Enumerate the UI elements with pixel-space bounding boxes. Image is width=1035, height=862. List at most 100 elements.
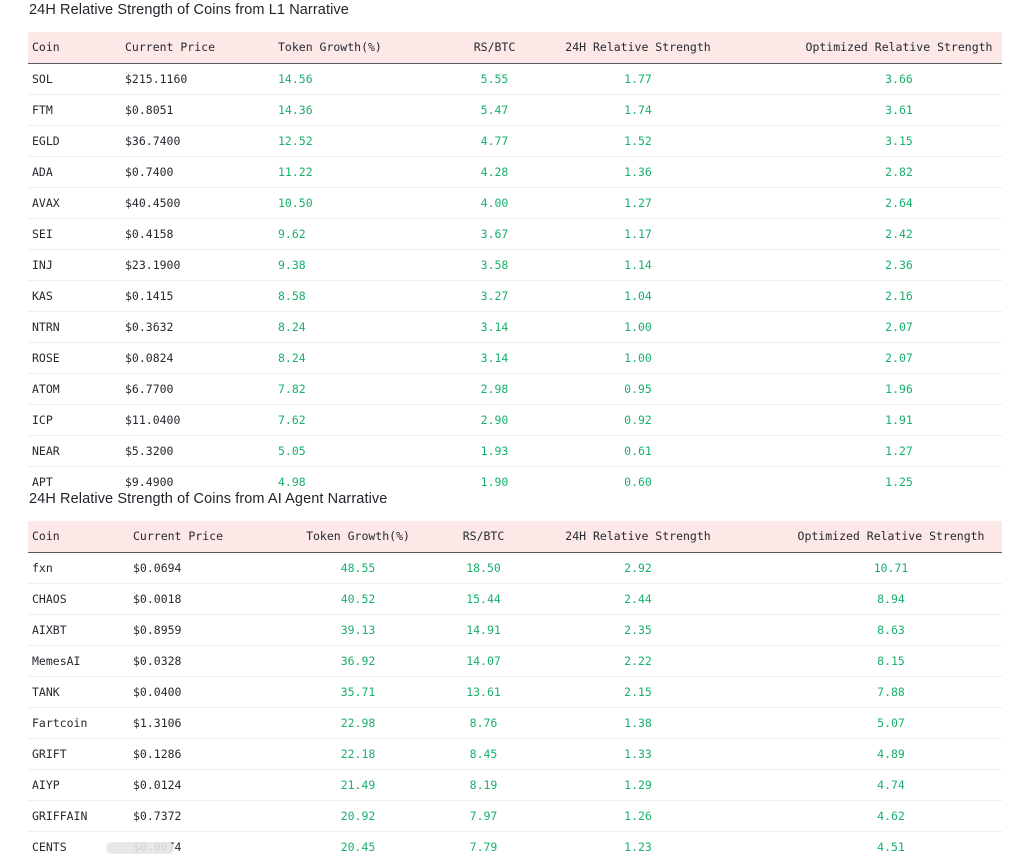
cell-current-price: $0.0328 [133, 654, 182, 668]
cell-current-price: $0.8959 [133, 623, 182, 637]
cell-current-price: $36.7400 [125, 134, 181, 148]
cell-optimized-relative-strength: 1.91 [885, 413, 913, 427]
cell-token-growth: 35.71 [340, 685, 376, 699]
cell-coin: ICP [32, 413, 53, 427]
cell-current-price: $0.0124 [133, 778, 182, 792]
table-row: GRIFT $0.1286 22.18 8.45 1.33 4.89 [28, 739, 1002, 770]
column-header-relative-strength-24h[interactable]: 24H Relative Strength [538, 32, 738, 63]
cell-coin: AIXBT [32, 623, 67, 637]
cell-rs-btc: 3.67 [480, 227, 509, 241]
cell-optimized-relative-strength: 3.15 [885, 134, 913, 148]
table-row: INJ $23.1900 9.38 3.58 1.14 2.36 [28, 250, 1002, 281]
cell-current-price: $0.0694 [133, 561, 182, 575]
cell-token-growth: 22.18 [340, 747, 376, 761]
cell-relative-strength-24h: 1.36 [624, 165, 652, 179]
cell-relative-strength-24h: 1.33 [624, 747, 652, 761]
cell-coin: CENTS [32, 840, 67, 854]
cell-token-growth: 36.92 [340, 654, 376, 668]
cell-coin: TANK [32, 685, 60, 699]
cell-rs-btc: 4.00 [480, 196, 509, 210]
cell-optimized-relative-strength: 4.62 [877, 809, 905, 823]
cell-relative-strength-24h: 1.74 [624, 103, 652, 117]
cell-token-growth: 9.62 [278, 227, 306, 241]
cell-token-growth: 12.52 [278, 134, 313, 148]
cell-token-growth: 22.98 [340, 716, 376, 730]
table-row: FTM $0.8051 14.36 5.47 1.74 3.61 [28, 95, 1002, 126]
cell-coin: CHAOS [32, 592, 67, 606]
cell-relative-strength-24h: 2.92 [624, 561, 652, 575]
table-row: TANK $0.0400 35.71 13.61 2.15 7.88 [28, 677, 1002, 708]
cell-relative-strength-24h: 2.15 [624, 685, 652, 699]
cell-current-price: $0.7400 [125, 165, 174, 179]
table-row: CENTS$0.007420.457.791.234.51 [28, 832, 1002, 862]
column-header-token-growth[interactable]: Token Growth(%) [278, 32, 382, 63]
cell-token-growth: 48.55 [340, 561, 376, 575]
column-header-optimized-relative-strength[interactable]: Optimized Relative Strength [796, 32, 1002, 63]
table-row: ATOM $6.7700 7.82 2.98 0.95 1.96 [28, 374, 1002, 405]
table-row: NEAR $5.3200 5.05 1.93 0.61 1.27 [28, 436, 1002, 467]
column-header-current-price[interactable]: Current Price [133, 521, 223, 552]
cell-token-growth: 14.56 [278, 72, 313, 86]
cell-coin: NTRN [32, 320, 60, 334]
cell-optimized-relative-strength: 1.27 [885, 444, 913, 458]
cell-relative-strength-24h: 2.35 [624, 623, 652, 637]
cell-relative-strength-24h: 1.04 [624, 289, 652, 303]
cell-coin: INJ [32, 258, 53, 272]
table-row: EGLD $36.7400 12.52 4.77 1.52 3.15 [28, 126, 1002, 157]
cell-coin: KAS [32, 289, 53, 303]
cell-token-growth: 7.82 [278, 382, 306, 396]
cell-rs-btc: 3.27 [480, 289, 509, 303]
cell-relative-strength-24h: 2.22 [624, 654, 652, 668]
table-row: ICP $11.0400 7.62 2.90 0.92 1.91 [28, 405, 1002, 436]
table-row: AIYP $0.0124 21.49 8.19 1.29 4.74 [28, 770, 1002, 801]
cell-coin: Fartcoin [32, 716, 88, 730]
cell-optimized-relative-strength: 4.89 [877, 747, 905, 761]
cell-current-price: $6.7700 [125, 382, 174, 396]
column-header-token-growth[interactable]: Token Growth(%) [293, 521, 423, 552]
table-row: SEI $0.4158 9.62 3.67 1.17 2.42 [28, 219, 1002, 250]
cell-rs-btc: 13.61 [466, 685, 501, 699]
table-row: KAS $0.1415 8.58 3.27 1.04 2.16 [28, 281, 1002, 312]
cell-rs-btc: 5.55 [480, 72, 509, 86]
cell-optimized-relative-strength: 2.07 [885, 351, 913, 365]
cell-token-growth: 11.22 [278, 165, 313, 179]
horizontal-scrollbar-thumb[interactable] [106, 842, 174, 854]
cell-relative-strength-24h: 1.00 [624, 320, 652, 334]
table-row: NTRN $0.3632 8.24 3.14 1.00 2.07 [28, 312, 1002, 343]
column-header-current-price[interactable]: Current Price [125, 32, 215, 63]
cell-coin: SOL [32, 72, 53, 86]
column-header-rs-btc[interactable]: RS/BTC [467, 32, 522, 63]
cell-current-price: $5.3200 [125, 444, 174, 458]
column-header-relative-strength-24h[interactable]: 24H Relative Strength [538, 521, 738, 552]
cell-coin: NEAR [32, 444, 60, 458]
cell-relative-strength-24h: 1.26 [624, 809, 652, 823]
column-header-optimized-relative-strength[interactable]: Optimized Relative Strength [786, 521, 996, 552]
cell-token-growth: 8.58 [278, 289, 306, 303]
column-header-coin[interactable]: Coin [32, 32, 60, 63]
cell-rs-btc: 3.14 [480, 320, 509, 334]
table-row: SOL $215.1160 14.56 5.55 1.77 3.66 [28, 64, 1002, 95]
cell-relative-strength-24h: 1.38 [624, 716, 652, 730]
cell-current-price: $23.1900 [125, 258, 181, 272]
cell-rs-btc: 4.77 [480, 134, 509, 148]
column-header-rs-btc[interactable]: RS/BTC [456, 521, 511, 552]
cell-rs-btc: 14.07 [466, 654, 501, 668]
cell-rs-btc: 2.90 [480, 413, 509, 427]
cell-relative-strength-24h: 0.60 [624, 475, 652, 489]
l1-relative-strength-table: Coin Current Price Token Growth(%) RS/BTC 24… [28, 32, 1002, 497]
cell-token-growth: 7.62 [278, 413, 306, 427]
cell-relative-strength-24h: 1.00 [624, 351, 652, 365]
cell-rs-btc: 1.90 [480, 475, 509, 489]
cell-token-growth: 9.38 [278, 258, 306, 272]
ai-agent-section-title: 24H Relative Strength of Coins from AI A… [29, 491, 388, 507]
cell-token-growth: 14.36 [278, 103, 313, 117]
cell-current-price: $11.0400 [125, 413, 181, 427]
cell-rs-btc: 8.76 [469, 716, 498, 730]
cell-optimized-relative-strength: 2.42 [885, 227, 913, 241]
cell-current-price: $0.7372 [133, 809, 182, 823]
cell-optimized-relative-strength: 2.16 [885, 289, 913, 303]
column-header-coin[interactable]: Coin [32, 521, 60, 552]
cell-rs-btc: 5.47 [480, 103, 509, 117]
cell-optimized-relative-strength: 10.71 [873, 561, 909, 575]
cell-relative-strength-24h: 0.92 [624, 413, 652, 427]
